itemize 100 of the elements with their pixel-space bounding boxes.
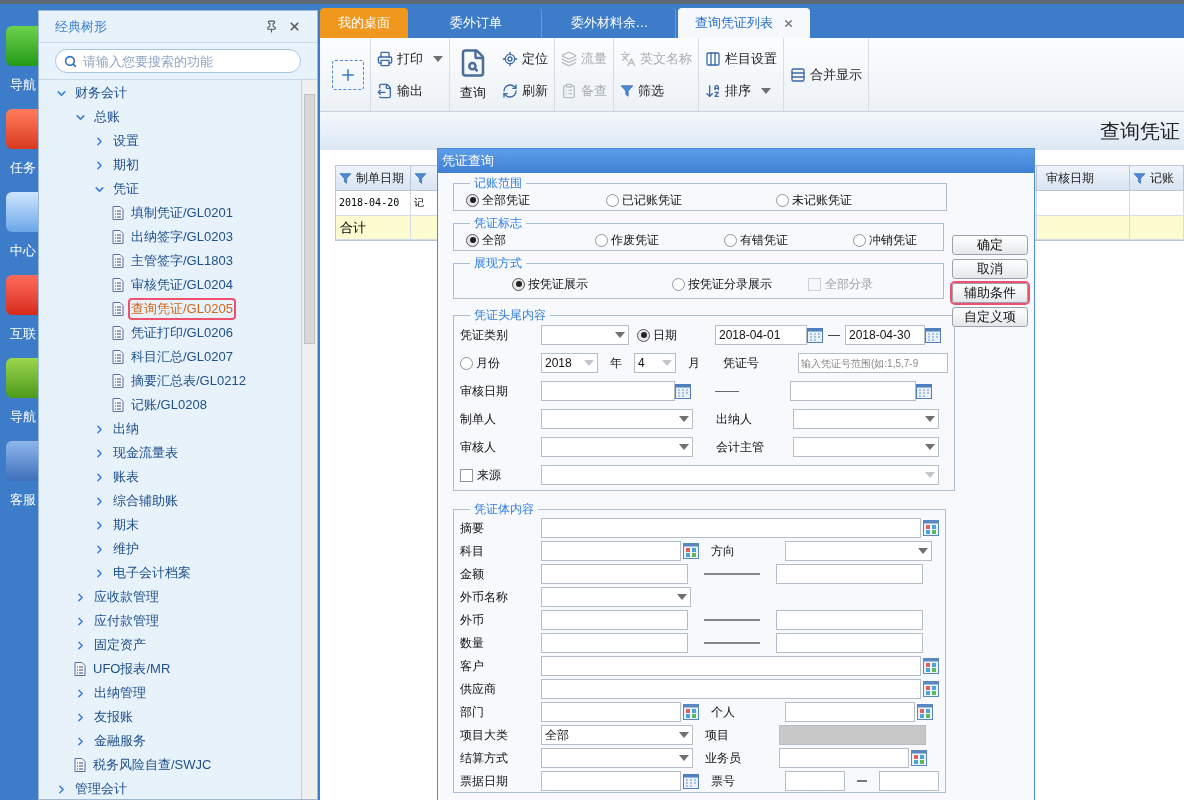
tree-item[interactable]: 出纳: [112, 420, 140, 438]
tree-item[interactable]: 出纳签字/GL0203: [130, 228, 234, 246]
toolbar-button[interactable]: 合并显示: [790, 61, 862, 88]
reference-icon[interactable]: [917, 703, 933, 720]
tree-item[interactable]: 期末: [112, 516, 140, 534]
dropdown[interactable]: 2018: [541, 353, 598, 373]
radio-button[interactable]: [724, 233, 737, 247]
dock-label[interactable]: 导航: [10, 408, 38, 426]
tree-item[interactable]: 综合辅助账: [112, 492, 179, 510]
radio-label[interactable]: 全部: [482, 232, 506, 248]
tab[interactable]: 查询凭证列表: [678, 8, 810, 38]
dropdown[interactable]: 4: [634, 353, 676, 373]
dialog-button[interactable]: 辅助条件: [952, 283, 1028, 303]
input-field[interactable]: [541, 678, 921, 699]
tree-item[interactable]: 金融服务: [93, 732, 147, 750]
input-field[interactable]: [541, 632, 688, 653]
radio-label[interactable]: 按凭证展示: [528, 276, 588, 292]
toolbar-button[interactable]: 定位: [502, 45, 548, 72]
radio-button[interactable]: [466, 193, 479, 207]
calendar-icon[interactable]: [925, 327, 941, 343]
toolbar-button[interactable]: 查询: [456, 47, 490, 102]
dock-label[interactable]: 导航: [10, 76, 38, 94]
dropdown[interactable]: 全部: [541, 724, 693, 745]
calendar-icon[interactable]: [807, 327, 823, 343]
date-field[interactable]: [541, 770, 681, 791]
input-field[interactable]: [541, 609, 688, 630]
radio-label[interactable]: 未记账凭证: [792, 192, 852, 208]
tree-item[interactable]: 电子会计档案: [112, 564, 192, 582]
radio-button[interactable]: [512, 277, 525, 291]
dropdown[interactable]: [541, 465, 939, 485]
dialog-button[interactable]: 自定义项: [952, 307, 1028, 327]
close-icon[interactable]: [288, 20, 301, 33]
input-field[interactable]: [879, 770, 939, 791]
tree-item[interactable]: 税务风险自查/SWJC: [92, 756, 213, 774]
radio-label[interactable]: 已记账凭证: [622, 192, 682, 208]
tree-item[interactable]: 友报账: [93, 708, 134, 726]
tree-item[interactable]: 管理会计: [74, 780, 128, 798]
input-field[interactable]: [541, 517, 921, 538]
reference-icon[interactable]: [683, 542, 699, 559]
toolbar-button[interactable]: 栏目设置: [705, 45, 777, 72]
column-header[interactable]: 审核日期: [1037, 166, 1130, 190]
tree-item[interactable]: 账表: [112, 468, 140, 486]
tree-item[interactable]: 凭证: [112, 180, 140, 198]
input-field[interactable]: [776, 563, 923, 584]
calendar-icon[interactable]: [675, 383, 691, 399]
radio-label[interactable]: 日期: [653, 327, 677, 343]
input-field[interactable]: [541, 655, 921, 676]
dropdown[interactable]: [793, 409, 939, 429]
calendar-icon[interactable]: [683, 772, 699, 789]
pin-icon[interactable]: [265, 20, 278, 33]
radio-button[interactable]: [853, 233, 866, 247]
dropdown[interactable]: [541, 325, 629, 345]
date-field[interactable]: [541, 381, 675, 401]
dropdown[interactable]: [785, 540, 932, 561]
input-field[interactable]: [776, 609, 923, 630]
column-header[interactable]: 制单日期: [336, 166, 411, 190]
dropdown[interactable]: [541, 437, 693, 457]
input-field[interactable]: [541, 563, 688, 584]
scrollbar[interactable]: [301, 80, 317, 799]
toolbar-button[interactable]: 刷新: [502, 77, 548, 104]
checkbox-option[interactable]: 来源: [460, 467, 541, 483]
calendar-icon[interactable]: [916, 383, 932, 399]
dropdown[interactable]: [541, 747, 693, 768]
tree-item[interactable]: UFO报表/MR: [92, 660, 172, 678]
dialog-button[interactable]: 确定: [952, 235, 1028, 255]
reference-icon[interactable]: [923, 680, 939, 697]
dock-label[interactable]: 互联: [10, 325, 38, 343]
toolbar-button[interactable]: 输出: [377, 77, 443, 104]
input-field[interactable]: [785, 770, 845, 791]
tree-item[interactable]: 摘要汇总表/GL0212: [130, 372, 247, 390]
radio-button[interactable]: [460, 356, 473, 370]
input-field[interactable]: 输入凭证号范围(如:1,5,7-9: [798, 353, 948, 373]
tree-item[interactable]: 固定资产: [93, 636, 147, 654]
radio-label[interactable]: 作废凭证: [611, 232, 659, 248]
radio-label[interactable]: 全部凭证: [482, 192, 530, 208]
input-field[interactable]: [541, 540, 681, 561]
reference-icon[interactable]: [923, 657, 939, 674]
dock-label[interactable]: 任务: [10, 159, 38, 177]
reference-icon[interactable]: [683, 703, 699, 720]
column-header[interactable]: 记账: [1130, 166, 1184, 190]
tree-item[interactable]: 出纳管理: [93, 684, 147, 702]
tree-item[interactable]: 维护: [112, 540, 140, 558]
tree-item[interactable]: 审核凭证/GL0204: [130, 276, 234, 294]
tree-item[interactable]: 应收款管理: [93, 588, 160, 606]
input-field[interactable]: [776, 632, 923, 653]
date-field[interactable]: 2018-04-01: [715, 325, 807, 345]
dock-label[interactable]: 客服: [10, 491, 38, 509]
date-field[interactable]: [790, 381, 916, 401]
radio-button[interactable]: [606, 193, 619, 207]
toolbar-button[interactable]: 排序: [705, 77, 777, 104]
reference-icon[interactable]: [923, 519, 939, 536]
date-field[interactable]: 2018-04-30: [845, 325, 925, 345]
dropdown[interactable]: [793, 437, 939, 457]
tree-item[interactable]: 现金流量表: [112, 444, 179, 462]
radio-label[interactable]: 按凭证分录展示: [688, 276, 772, 292]
tree-item[interactable]: 期初: [112, 156, 140, 174]
input-field[interactable]: [541, 701, 681, 722]
radio-button[interactable]: [776, 193, 789, 207]
tree-item[interactable]: 填制凭证/GL0201: [130, 204, 234, 222]
search-field[interactable]: 请输入您要搜索的功能: [55, 49, 301, 73]
